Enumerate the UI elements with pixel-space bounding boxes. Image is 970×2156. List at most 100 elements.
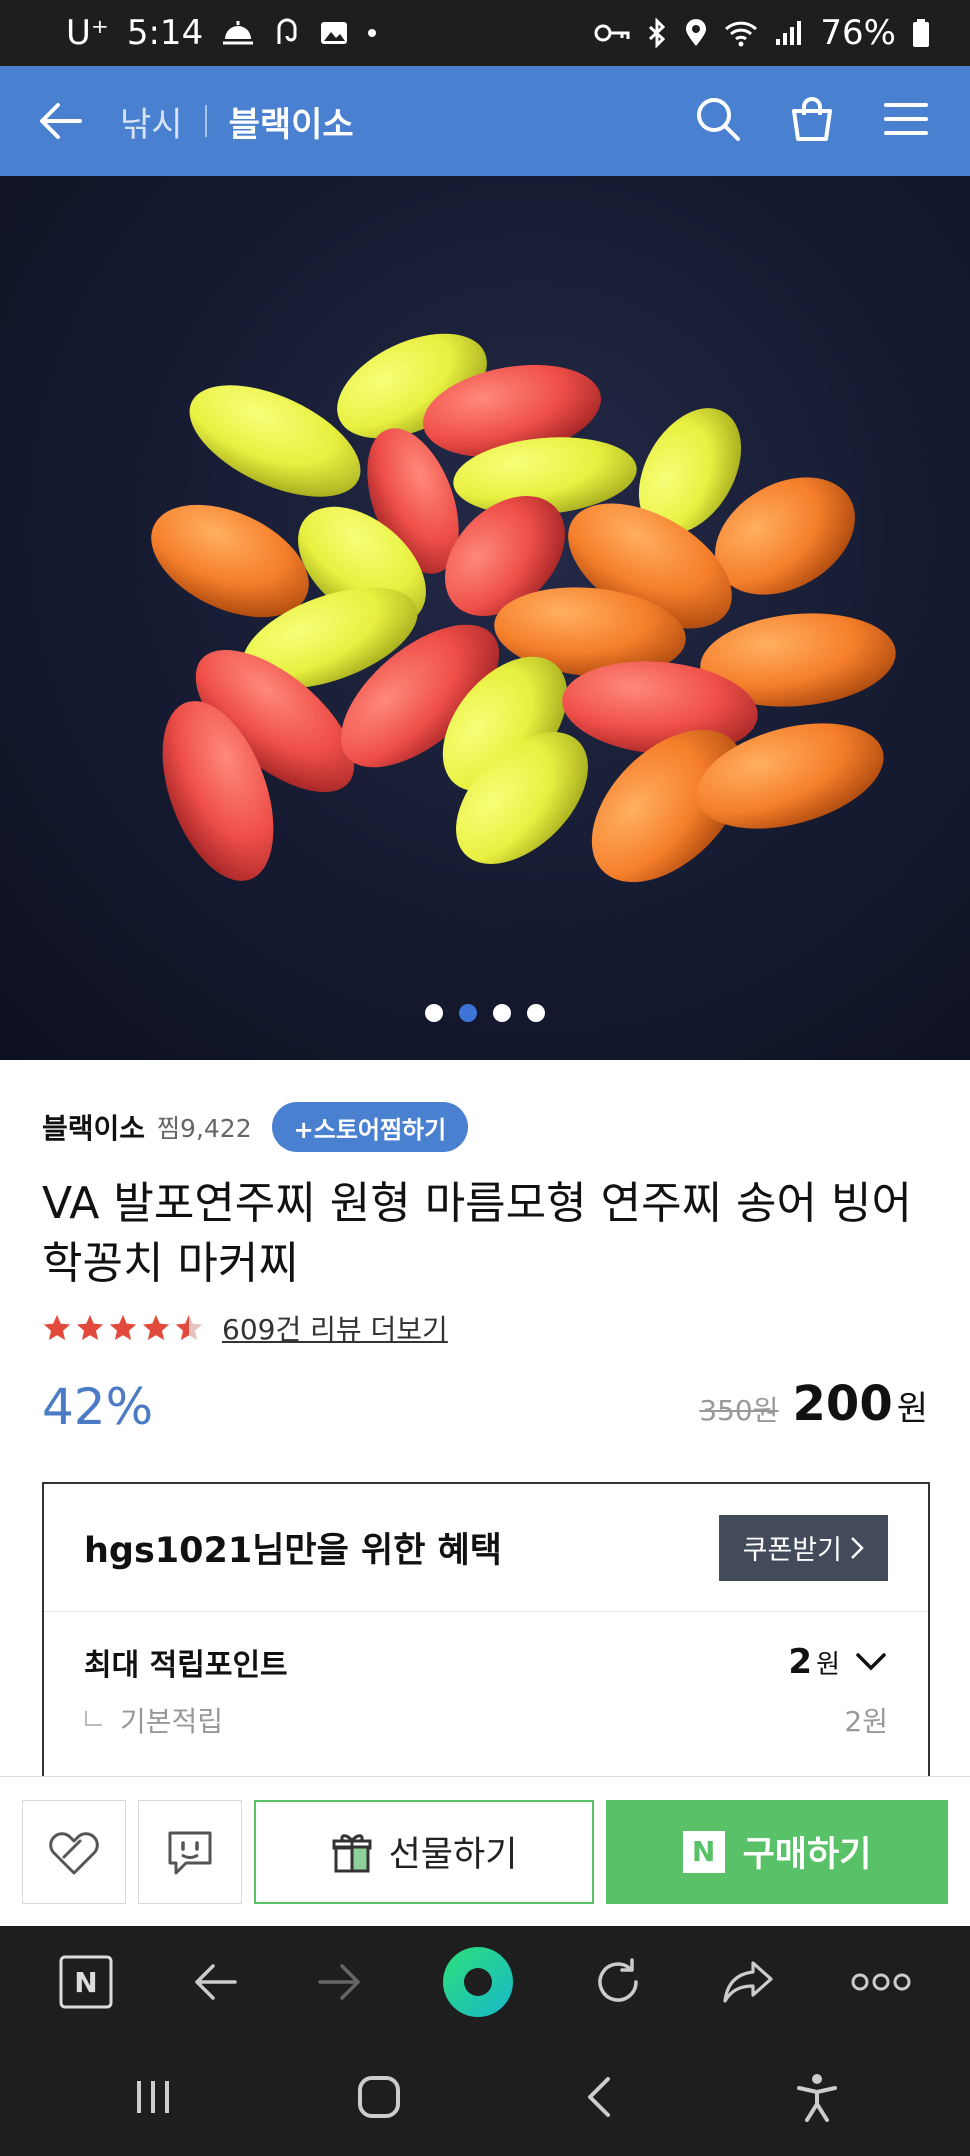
price-unit: 원 — [896, 1389, 928, 1429]
gift-icon — [332, 1833, 372, 1872]
back-button[interactable] — [0, 66, 120, 176]
product-title: VA 발포연주찌 원형 마름모형 연주찌 송어 빙어 학꽁치 마커찌 — [42, 1178, 912, 1289]
weather-icon — [221, 19, 255, 47]
carousel-dot-1[interactable] — [425, 1004, 443, 1022]
home-square-icon — [358, 2076, 401, 2118]
base-point-value: 2원 — [844, 1705, 888, 1738]
product-image[interactable] — [0, 176, 970, 1060]
more-dots-icon — [851, 1973, 911, 1991]
buy-button-label: 구매하기 — [742, 1835, 872, 1875]
naver-pay-logo: N — [682, 1830, 725, 1873]
store-favorite-button[interactable]: +스토어찜하기 — [271, 1102, 469, 1152]
sale-price: 200 — [792, 1376, 893, 1432]
carousel-indicator[interactable] — [0, 1004, 970, 1022]
breadcrumb-divider — [204, 105, 207, 137]
store-info: 블랙이소 찜9,422 +스토어찜하기 — [42, 1100, 469, 1154]
arrow-left-icon — [40, 103, 82, 139]
signal-icon — [774, 19, 804, 47]
time-label: 5:14 — [126, 13, 204, 53]
carousel-dot-3[interactable] — [493, 1004, 511, 1022]
location-icon — [684, 18, 708, 48]
browser-back-button[interactable] — [191, 1962, 239, 2006]
battery-icon — [912, 18, 930, 48]
wifi-icon — [724, 19, 758, 47]
browser-share-button[interactable] — [721, 1959, 775, 2009]
store-favorite-count: 찜9,422 — [157, 1114, 252, 1143]
system-back-button[interactable] — [584, 2075, 614, 2123]
gift-button[interactable]: 선물하기 — [254, 1799, 594, 1904]
star-icon — [109, 1314, 137, 1340]
star-half-icon — [175, 1314, 203, 1340]
share-arrow-icon — [723, 1961, 773, 2003]
base-point-label: 기본적립 — [120, 1705, 224, 1738]
benefit-title: hgs1021님만을 위한 혜택 — [84, 1531, 502, 1571]
buy-button[interactable]: N 구매하기 — [606, 1799, 948, 1904]
system-navigation-bar — [0, 2042, 970, 2156]
talk-button[interactable] — [138, 1799, 242, 1904]
coupon-button-label: 쿠폰받기 — [742, 1535, 842, 1566]
shopping-bag-icon — [792, 97, 832, 141]
accessibility-icon — [797, 2074, 838, 2122]
benefit-box: hgs1021님만을 위한 혜택 쿠폰받기 최대 적립포인트 2 원 기본적립 … — [42, 1482, 930, 1782]
menu-button[interactable] — [882, 99, 930, 143]
recent-apps-icon — [136, 2081, 169, 2113]
notification-app-icon — [273, 18, 301, 48]
star-icon — [43, 1314, 71, 1340]
recent-apps-button[interactable] — [131, 2077, 175, 2121]
svg-text:N: N — [75, 1966, 98, 1999]
original-price: 350원 — [699, 1394, 779, 1427]
max-point-row[interactable]: 최대 적립포인트 2 원 — [44, 1624, 928, 1700]
base-point-row: 기본적립 2원 — [44, 1700, 928, 1740]
price-block: 350원 200 원 — [699, 1376, 928, 1432]
search-button[interactable] — [694, 95, 742, 147]
heart-link-icon — [49, 1831, 99, 1874]
browser-toolbar: N — [0, 1926, 970, 2042]
accessibility-button[interactable] — [795, 2072, 839, 2126]
carrier-label: U⁺ — [66, 13, 109, 53]
review-link[interactable]: 609건 리뷰 더보기 — [222, 1308, 448, 1348]
browser-more-button[interactable] — [851, 1972, 911, 1996]
carousel-dot-2-active[interactable] — [459, 1004, 477, 1022]
breadcrumb: 낚시 블랙이소 — [120, 97, 354, 146]
store-header: 낚시 블랙이소 — [0, 66, 970, 176]
rating-stars — [42, 1313, 204, 1343]
status-bar: U⁺ 5:14 76% — [0, 0, 970, 66]
rating-row: 609건 리뷰 더보기 — [42, 1308, 448, 1348]
cart-button[interactable] — [788, 95, 836, 147]
bluetooth-icon — [646, 18, 668, 48]
wishlist-button[interactable] — [22, 1799, 126, 1904]
gift-button-label: 선물하기 — [388, 1835, 518, 1875]
arrow-left-icon — [195, 1964, 238, 2000]
browser-green-dot-button[interactable] — [441, 1945, 515, 2023]
browser-home-button[interactable]: N — [58, 1954, 114, 2014]
browser-refresh-button[interactable] — [592, 1956, 644, 2012]
hamburger-menu-icon — [884, 103, 928, 135]
breadcrumb-category[interactable]: 낚시 — [120, 97, 183, 146]
arrow-right-icon — [318, 1964, 360, 2000]
chevron-left-icon — [587, 2077, 610, 2117]
chevron-down-icon[interactable] — [854, 1651, 888, 1673]
star-icon — [76, 1314, 104, 1340]
refresh-icon — [598, 1958, 638, 2002]
discount-rate: 42% — [42, 1378, 154, 1436]
home-button[interactable] — [356, 2074, 402, 2124]
search-icon — [697, 98, 740, 141]
naver-home-icon: N — [59, 1955, 113, 2009]
max-point-value: 2 — [788, 1642, 813, 1682]
max-point-unit: 원 — [816, 1650, 840, 1680]
breadcrumb-store[interactable]: 블랙이소 — [229, 97, 354, 146]
star-icon — [142, 1314, 170, 1340]
store-name-link[interactable]: 블랙이소 — [42, 1107, 145, 1147]
browser-forward-button[interactable] — [316, 1962, 364, 2006]
chevron-right-icon — [851, 1536, 864, 1559]
chat-bubble-icon — [168, 1831, 212, 1874]
indent-corner-icon — [85, 1711, 102, 1726]
more-notifications-dot-icon — [367, 28, 377, 38]
key-icon — [594, 22, 630, 44]
foam-float-illustration — [151, 333, 896, 883]
image-icon — [319, 19, 349, 47]
coupon-button[interactable]: 쿠폰받기 — [718, 1514, 888, 1581]
purchase-action-bar: 선물하기 N 구매하기 — [0, 1776, 970, 1926]
carousel-dot-4[interactable] — [527, 1004, 545, 1022]
green-dot-icon — [442, 1947, 513, 2017]
